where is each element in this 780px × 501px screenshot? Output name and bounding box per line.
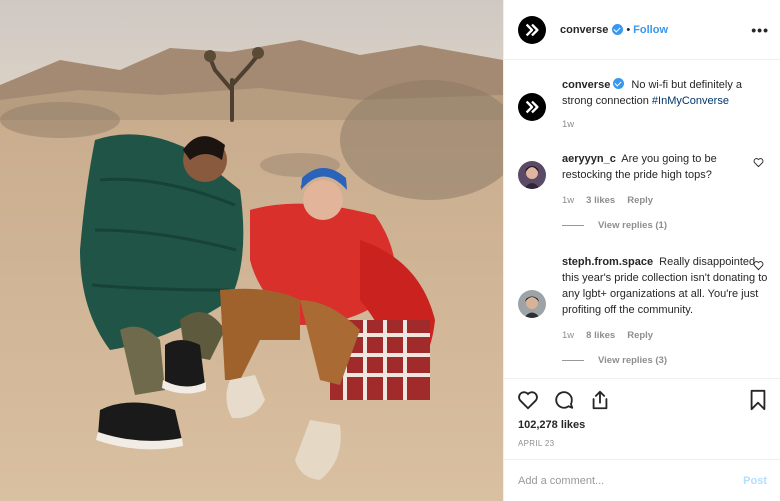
comment-username[interactable]: steph.from.space xyxy=(562,256,653,268)
comment-icon[interactable] xyxy=(553,389,575,411)
likes-count[interactable]: 102,278 likes xyxy=(518,419,585,431)
post-side-panel: converse • Follow ••• converse No wi-fi … xyxy=(503,0,780,501)
converse-logo-icon xyxy=(525,100,539,114)
avatar-photo-icon xyxy=(518,161,546,189)
comment-likes[interactable]: 3 likes xyxy=(586,195,615,206)
caption-meta: 1w xyxy=(562,119,768,130)
caption: converse No wi-fi but definitely a stron… xyxy=(518,77,768,130)
caption-username[interactable]: converse xyxy=(562,79,610,91)
share-icon[interactable] xyxy=(589,389,611,411)
like-comment-heart-icon[interactable] xyxy=(753,157,764,168)
caption-hashtag[interactable]: #InMyConverse xyxy=(652,95,729,107)
view-replies-label: View replies (3) xyxy=(598,355,667,366)
divider-line xyxy=(562,225,584,226)
account-avatar[interactable] xyxy=(518,15,546,44)
comment-text-block: steph.from.space Really disappointed thi… xyxy=(562,254,768,318)
view-replies-button[interactable]: View replies (3) xyxy=(562,355,768,366)
commenter-avatar[interactable] xyxy=(518,290,546,318)
follow-button[interactable]: Follow xyxy=(633,24,668,36)
comment: steph.from.space Really disappointed thi… xyxy=(518,254,768,366)
comment-meta: 1w 3 likes Reply xyxy=(562,195,768,206)
comment-username[interactable]: aeryyyn_c xyxy=(562,153,616,165)
comment-likes[interactable]: 8 likes xyxy=(586,330,615,341)
caption-time[interactable]: 1w xyxy=(562,119,574,130)
comment-text-block: aeryyyn_c Are you going to be restocking… xyxy=(562,151,768,183)
post-date[interactable]: APRIL 23 xyxy=(518,439,554,448)
bookmark-icon[interactable] xyxy=(748,389,768,411)
caption-text-block: converse No wi-fi but definitely a stron… xyxy=(562,77,768,109)
comment-meta: 1w 8 likes Reply xyxy=(562,330,768,341)
heart-icon[interactable] xyxy=(517,389,539,411)
comments-list[interactable]: converse No wi-fi but definitely a stron… xyxy=(504,61,780,377)
commenter-avatar[interactable] xyxy=(518,161,546,189)
post-image-illustration xyxy=(0,0,503,501)
divider-line xyxy=(562,360,584,361)
separator-dot: • xyxy=(626,23,631,36)
view-replies-button[interactable]: View replies (1) xyxy=(562,220,768,231)
reply-button[interactable]: Reply xyxy=(627,330,653,341)
comment-input[interactable] xyxy=(518,475,744,487)
converse-logo-icon xyxy=(525,23,539,36)
comment-time[interactable]: 1w xyxy=(562,330,574,341)
like-comment-heart-icon[interactable] xyxy=(753,260,764,271)
account-name[interactable]: converse xyxy=(560,24,608,36)
add-comment-row: Post xyxy=(504,459,780,501)
more-options-button[interactable]: ••• xyxy=(751,22,769,38)
post-actions: 102,278 likes APRIL 23 Post xyxy=(504,378,780,501)
verified-icon xyxy=(612,24,624,35)
verified-icon xyxy=(613,78,625,89)
comment: aeryyyn_c Are you going to be restocking… xyxy=(518,151,768,231)
reply-button[interactable]: Reply xyxy=(627,195,653,206)
post-header: converse • Follow ••• xyxy=(504,0,780,60)
avatar-photo-icon xyxy=(518,290,546,318)
action-icons xyxy=(517,389,611,411)
caption-avatar[interactable] xyxy=(518,93,546,121)
comment-time[interactable]: 1w xyxy=(562,195,574,206)
post-comment-button[interactable]: Post xyxy=(743,475,767,487)
post-image[interactable] xyxy=(0,0,503,501)
view-replies-label: View replies (1) xyxy=(598,220,667,231)
